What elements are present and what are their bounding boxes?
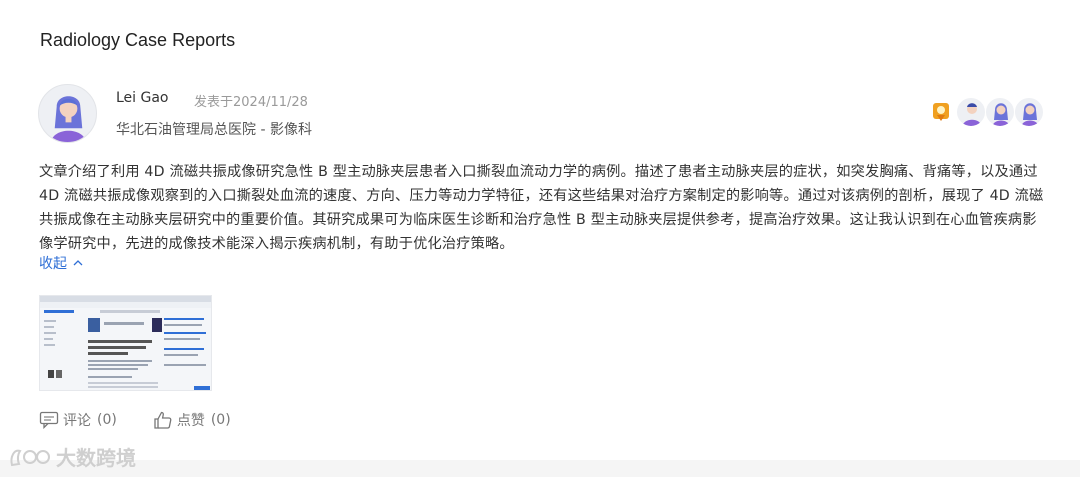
avatar-illustration <box>51 96 86 142</box>
watermark-logo-icon <box>10 449 50 466</box>
post-actions: 评论 (0) 点赞 (0) <box>39 410 267 430</box>
avatar-illustration <box>1021 103 1039 126</box>
chevron-up-icon <box>73 260 83 266</box>
like-button[interactable]: 点赞 (0) <box>153 410 231 430</box>
attachment-thumbnail[interactable] <box>39 295 212 391</box>
reviewer-badges <box>931 97 1044 127</box>
like-count: (0) <box>210 412 231 428</box>
reviewer-avatar[interactable] <box>985 97 1015 127</box>
watermark-text: 大数跨境 <box>56 446 136 470</box>
author-affiliation: 华北石油管理局总医院 - 影像科 <box>116 122 312 138</box>
reviewer-avatar[interactable] <box>956 97 986 127</box>
collapse-label: 收起 <box>39 256 67 272</box>
page-title: Radiology Case Reports <box>40 30 236 50</box>
comment-count: (0) <box>97 412 117 428</box>
avatar-illustration <box>992 103 1010 126</box>
collapse-button[interactable]: 收起 <box>39 253 83 273</box>
comment-label: 评论 <box>63 413 91 429</box>
footer-bar <box>0 460 1080 477</box>
post-body: 文章介绍了利用 4D 流磁共振成像研究急性 B 型主动脉夹层患者入口撕裂血流动力… <box>39 164 1044 252</box>
watermark: 大数跨境 <box>8 442 136 471</box>
medal-icon <box>933 103 949 121</box>
paper-preview-image <box>40 296 211 390</box>
comment-icon <box>39 411 59 429</box>
thumbs-up-icon <box>154 411 172 429</box>
post-date: 发表于2024/11/28 <box>194 95 308 110</box>
author-avatar[interactable] <box>38 84 97 143</box>
reviewer-avatar[interactable] <box>1014 97 1044 127</box>
avatar-illustration <box>962 103 982 126</box>
author-name[interactable]: Lei Gao <box>116 90 169 106</box>
comment-button[interactable]: 评论 (0) <box>39 410 117 430</box>
like-label: 点赞 <box>176 413 205 429</box>
